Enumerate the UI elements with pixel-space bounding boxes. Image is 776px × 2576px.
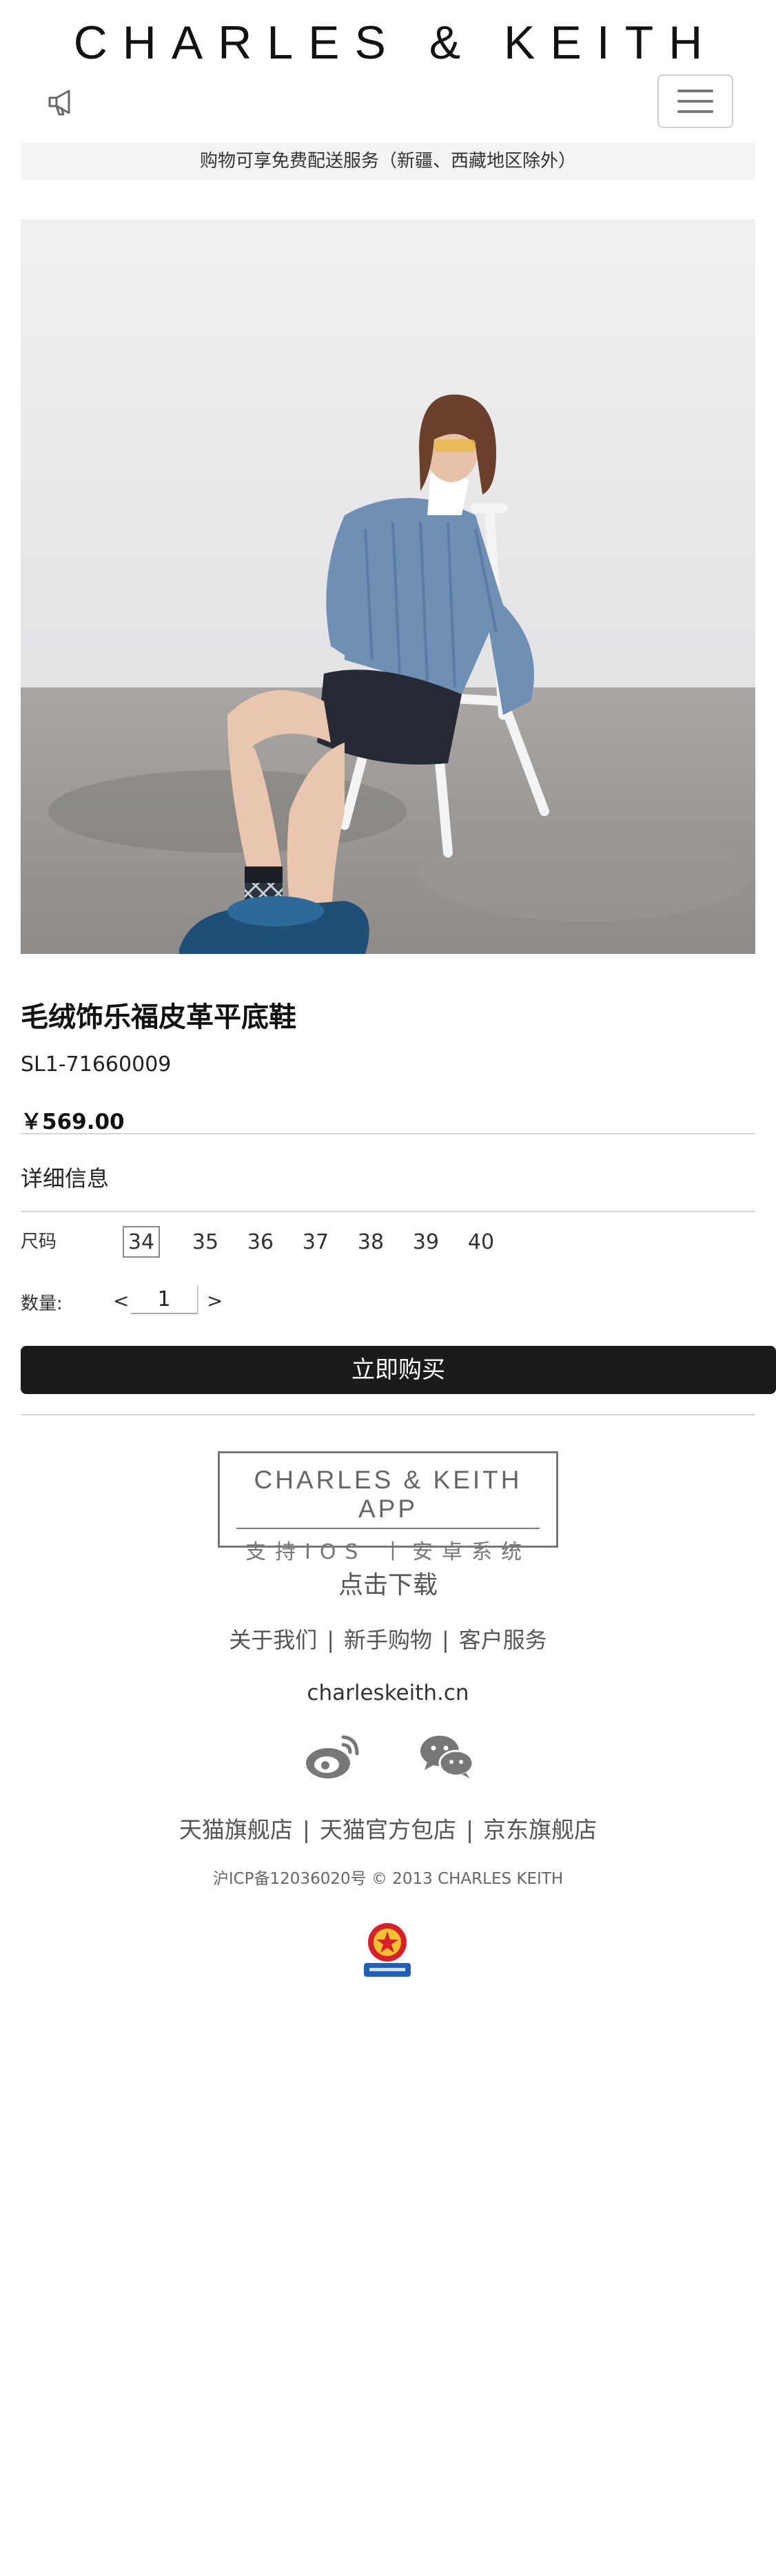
product-price: ￥569.00 <box>21 1110 125 1134</box>
footer-link-about[interactable]: 关于我们 <box>229 1627 317 1653</box>
store-links: 天猫旗舰店 | 天猫官方包店 | 京东旗舰店 <box>178 1816 598 1843</box>
product-sku: SL1-71660009 <box>21 1052 172 1077</box>
site-link[interactable]: charleskeith.cn <box>0 1681 776 1705</box>
quantity-increase-button[interactable]: > <box>207 1289 223 1312</box>
quantity-input[interactable] <box>131 1285 198 1314</box>
gov-license-badge-icon[interactable] <box>363 1920 412 1980</box>
divider <box>21 1133 755 1134</box>
social-links <box>303 1730 476 1785</box>
quantity-decrease-button[interactable]: < <box>113 1289 129 1312</box>
footer-link-service[interactable]: 客户服务 <box>459 1627 547 1653</box>
size-label: 尺码 <box>21 1232 57 1252</box>
copyright: 沪ICP备12036020号 © 2013 CHARLES KEITH <box>212 1870 564 1888</box>
app-subtitle: 支持IOS 丨安卓系统 <box>245 1540 531 1564</box>
product-image[interactable] <box>21 219 755 954</box>
hamburger-menu-icon <box>677 90 713 92</box>
app-download-badge[interactable]: CHARLES & KEITH APP 支持IOS 丨安卓系统 <box>218 1451 558 1564</box>
size-option-35[interactable]: 35 <box>178 1226 233 1258</box>
divider <box>21 1211 755 1212</box>
size-option-37[interactable]: 37 <box>288 1226 343 1258</box>
buy-now-button[interactable]: 立即购买 <box>21 1346 776 1394</box>
size-option-34[interactable]: 34 <box>123 1226 160 1258</box>
product-name: 毛绒饰乐福皮革平底鞋 <box>21 1001 296 1033</box>
weibo-icon[interactable] <box>303 1733 361 1783</box>
menu-button[interactable] <box>657 74 733 128</box>
store-link-jd[interactable]: 京东旗舰店 <box>483 1816 597 1843</box>
size-selector: 34 35 36 37 38 39 40 <box>123 1226 509 1258</box>
size-option-38[interactable]: 38 <box>343 1226 398 1258</box>
store-link-tmall-bags[interactable]: 天猫官方包店 <box>320 1816 456 1843</box>
size-option-40[interactable]: 40 <box>453 1226 509 1258</box>
brand-logo[interactable]: CHARLES & KEITH <box>0 15 776 70</box>
promo-banner: 购物可享免费配送服务（新疆、西藏地区除外） <box>21 143 755 180</box>
size-option-39[interactable]: 39 <box>398 1226 453 1258</box>
details-link[interactable]: 详细信息 <box>21 1161 109 1193</box>
size-option-36[interactable]: 36 <box>233 1226 288 1258</box>
footer-link-guide[interactable]: 新手购物 <box>344 1627 432 1653</box>
megaphone-icon[interactable] <box>44 84 81 121</box>
wechat-icon[interactable] <box>418 1733 476 1783</box>
store-link-tmall[interactable]: 天猫旗舰店 <box>179 1816 293 1843</box>
download-link[interactable]: 点击下载 <box>0 1565 776 1601</box>
app-title: CHARLES & KEITH APP <box>236 1466 540 1529</box>
footer-links: 关于我们 | 新手购物 | 客户服务 <box>229 1627 547 1653</box>
quantity-label: 数量: <box>21 1294 63 1314</box>
divider <box>21 1414 755 1415</box>
page: CHARLES & KEITH 购物可享免费配送服务（新疆、西藏地区除外） 毛绒… <box>0 0 776 2576</box>
